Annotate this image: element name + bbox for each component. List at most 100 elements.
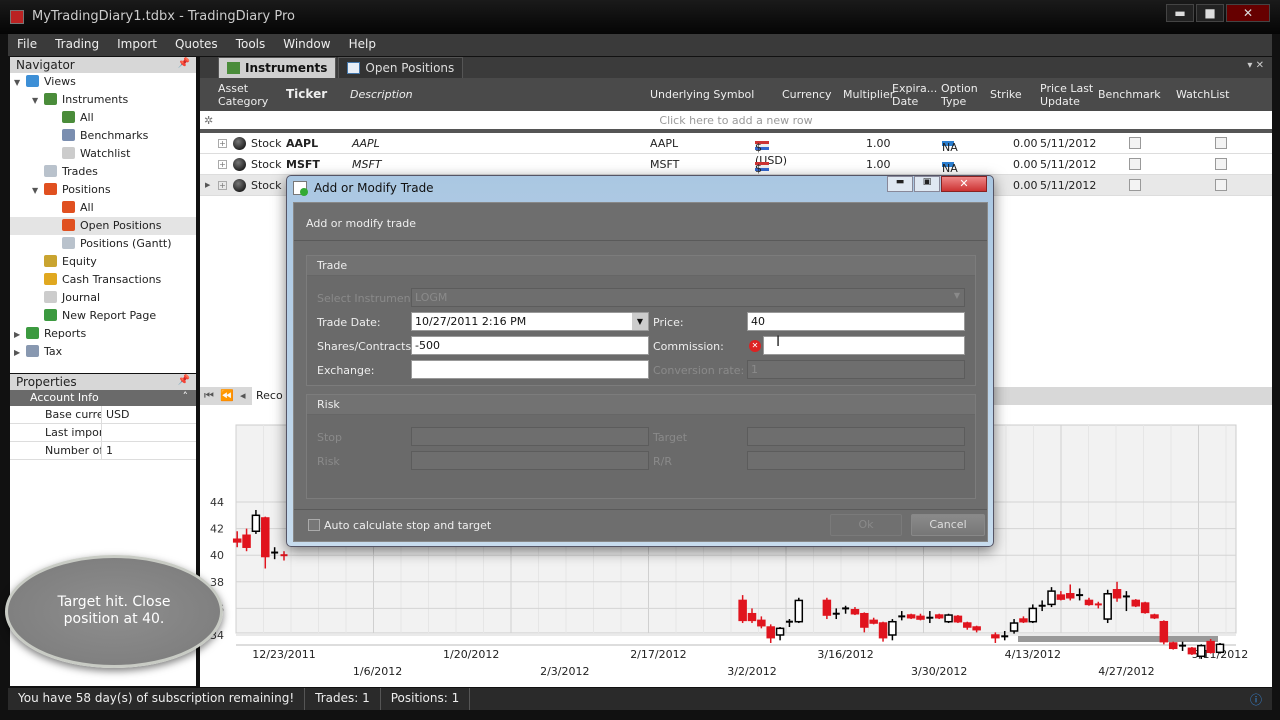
- column-header[interactable]: Strike: [990, 88, 1036, 101]
- collapsed-arrow-icon[interactable]: ▶: [14, 344, 26, 362]
- watchlist-checkbox[interactable]: [1215, 137, 1227, 149]
- nav-item-open-positions[interactable]: Open Positions: [10, 217, 196, 235]
- nav-item-journal[interactable]: Journal: [10, 289, 196, 307]
- column-header[interactable]: WatchList: [1176, 88, 1256, 101]
- candle-body: [261, 517, 270, 558]
- trade-date-picker[interactable]: 10/27/2011 2:16 PM ▼: [411, 312, 649, 331]
- menu-trading[interactable]: Trading: [46, 34, 108, 56]
- expanded-arrow-icon[interactable]: ▼: [14, 74, 26, 92]
- column-header[interactable]: Option Type: [941, 82, 986, 108]
- price-last-update: 5/11/2012: [1040, 137, 1097, 150]
- nav-item-all[interactable]: All: [10, 199, 196, 217]
- pin-icon[interactable]: 📌: [178, 375, 190, 386]
- benchmark-checkbox[interactable]: [1129, 158, 1141, 170]
- expanded-arrow-icon[interactable]: ▼: [32, 182, 44, 200]
- menu-import[interactable]: Import: [108, 34, 166, 56]
- column-header[interactable]: Benchmark: [1098, 88, 1172, 101]
- conversion-rate-input[interactable]: 1: [747, 360, 965, 379]
- candle: [1159, 620, 1169, 645]
- minimize-button[interactable]: ▬: [1166, 4, 1194, 22]
- tab-open-positions[interactable]: Open Positions: [338, 57, 464, 78]
- cancel-button[interactable]: Cancel: [911, 514, 985, 536]
- column-header[interactable]: Multiplier: [843, 88, 894, 101]
- property-row[interactable]: Last import: [10, 424, 196, 442]
- target-input[interactable]: [747, 427, 965, 446]
- nav-item-reports[interactable]: ▶ Reports: [10, 325, 196, 343]
- instruments-icon: [44, 93, 57, 105]
- benchmark-checkbox[interactable]: [1129, 179, 1141, 191]
- stop-input[interactable]: [411, 427, 649, 446]
- property-value[interactable]: [102, 424, 110, 441]
- nav-item-views[interactable]: ▼ Views: [10, 73, 196, 91]
- nav-item-new-report-page[interactable]: New Report Page: [10, 307, 196, 325]
- nav-item-tax[interactable]: ▶ Tax: [10, 343, 196, 361]
- shares-input[interactable]: -500: [411, 336, 649, 355]
- nav-item-watchlist[interactable]: Watchlist: [10, 145, 196, 163]
- benchmark-checkbox[interactable]: [1129, 137, 1141, 149]
- nav-item-benchmarks[interactable]: Benchmarks: [10, 127, 196, 145]
- positions-icon: [62, 201, 75, 213]
- price-input[interactable]: 40: [747, 312, 965, 331]
- new-row[interactable]: ✲ Click here to add a new row: [200, 111, 1272, 133]
- expand-icon[interactable]: +: [218, 181, 227, 190]
- dialog-close-button[interactable]: ✕: [941, 176, 987, 192]
- select-instrument-dropdown[interactable]: LOGM ▼: [411, 288, 965, 307]
- column-header[interactable]: Ticker: [286, 88, 346, 101]
- nav-item-all[interactable]: All: [10, 109, 196, 127]
- expanded-arrow-icon[interactable]: ▼: [32, 92, 44, 110]
- rr-input[interactable]: [747, 451, 965, 470]
- exchange-input[interactable]: [411, 360, 649, 379]
- expand-icon[interactable]: +: [218, 139, 227, 148]
- column-header[interactable]: Currency: [782, 88, 839, 101]
- x-tick-label: 3/16/2012: [817, 648, 873, 661]
- menu-quotes[interactable]: Quotes: [166, 34, 227, 56]
- column-header[interactable]: Expira... Date: [892, 82, 937, 108]
- property-value[interactable]: USD: [102, 406, 134, 423]
- commission-input[interactable]: [763, 336, 965, 355]
- chevron-down-icon[interactable]: ▼: [632, 313, 648, 330]
- table-row[interactable]: +StockMSFTMSFTMSFT$ (USD)1.00NA0.005/11/…: [200, 154, 1272, 188]
- menu-help[interactable]: Help: [340, 34, 385, 56]
- info-icon[interactable]: ⓘ: [1240, 688, 1272, 710]
- dialog-maximize-button[interactable]: ▣: [914, 176, 940, 192]
- property-row[interactable]: Number of t1: [10, 442, 196, 460]
- watchlist-checkbox[interactable]: [1215, 179, 1227, 191]
- nav-item-label: Positions: [62, 183, 111, 196]
- prev-record-icon[interactable]: ◂: [240, 389, 246, 402]
- tab-menu-icons[interactable]: ▾ ✕: [1247, 60, 1264, 71]
- expand-icon[interactable]: +: [218, 160, 227, 169]
- navigator-panel: Navigator 📌 ▼ Views ▼ Instruments All Benchmar…: [10, 57, 196, 373]
- property-row[interactable]: Base currer USD: [10, 406, 196, 424]
- column-header[interactable]: Underlying Symbol: [650, 88, 778, 101]
- ok-button[interactable]: Ok: [830, 514, 902, 536]
- collapse-icon[interactable]: ˄: [183, 390, 189, 403]
- watchlist-checkbox[interactable]: [1215, 158, 1227, 170]
- nav-item-equity[interactable]: Equity: [10, 253, 196, 271]
- chart-scrollbar[interactable]: [1018, 636, 1218, 642]
- menu-window[interactable]: Window: [274, 34, 339, 56]
- property-value[interactable]: 1: [102, 442, 117, 459]
- nav-item-positions-gantt-[interactable]: Positions (Gantt): [10, 235, 196, 253]
- nav-item-label: Instruments: [62, 93, 129, 106]
- prev-page-icon[interactable]: ⏪: [220, 389, 234, 402]
- column-header[interactable]: Description: [350, 88, 646, 101]
- column-header[interactable]: Price Last Update: [1040, 82, 1094, 108]
- nav-item-positions[interactable]: ▼ Positions: [10, 181, 196, 199]
- column-header[interactable]: Asset Category: [218, 82, 282, 108]
- nav-item-instruments[interactable]: ▼ Instruments: [10, 91, 196, 109]
- dialog-minimize-button[interactable]: ▬: [887, 176, 913, 192]
- maximize-button[interactable]: ■: [1196, 4, 1224, 22]
- menu-file[interactable]: File: [8, 34, 46, 56]
- auto-calc-checkbox[interactable]: [308, 519, 320, 531]
- pin-icon[interactable]: 📌: [178, 58, 190, 69]
- table-row[interactable]: + Stock AAPL AAPL AAPL $ (USD) 1.00 NA 0.00 5/11/…: [200, 133, 1272, 167]
- property-group-header[interactable]: Account Info ˄: [10, 390, 196, 406]
- collapsed-arrow-icon[interactable]: ▶: [14, 326, 26, 344]
- menu-tools[interactable]: Tools: [227, 34, 275, 56]
- nav-item-cash-transactions[interactable]: Cash Transactions: [10, 271, 196, 289]
- risk-input[interactable]: [411, 451, 649, 470]
- first-record-icon[interactable]: ⏮: [204, 389, 214, 403]
- close-button[interactable]: ✕: [1226, 4, 1270, 22]
- tab-instruments[interactable]: Instruments: [218, 57, 337, 78]
- nav-item-trades[interactable]: Trades: [10, 163, 196, 181]
